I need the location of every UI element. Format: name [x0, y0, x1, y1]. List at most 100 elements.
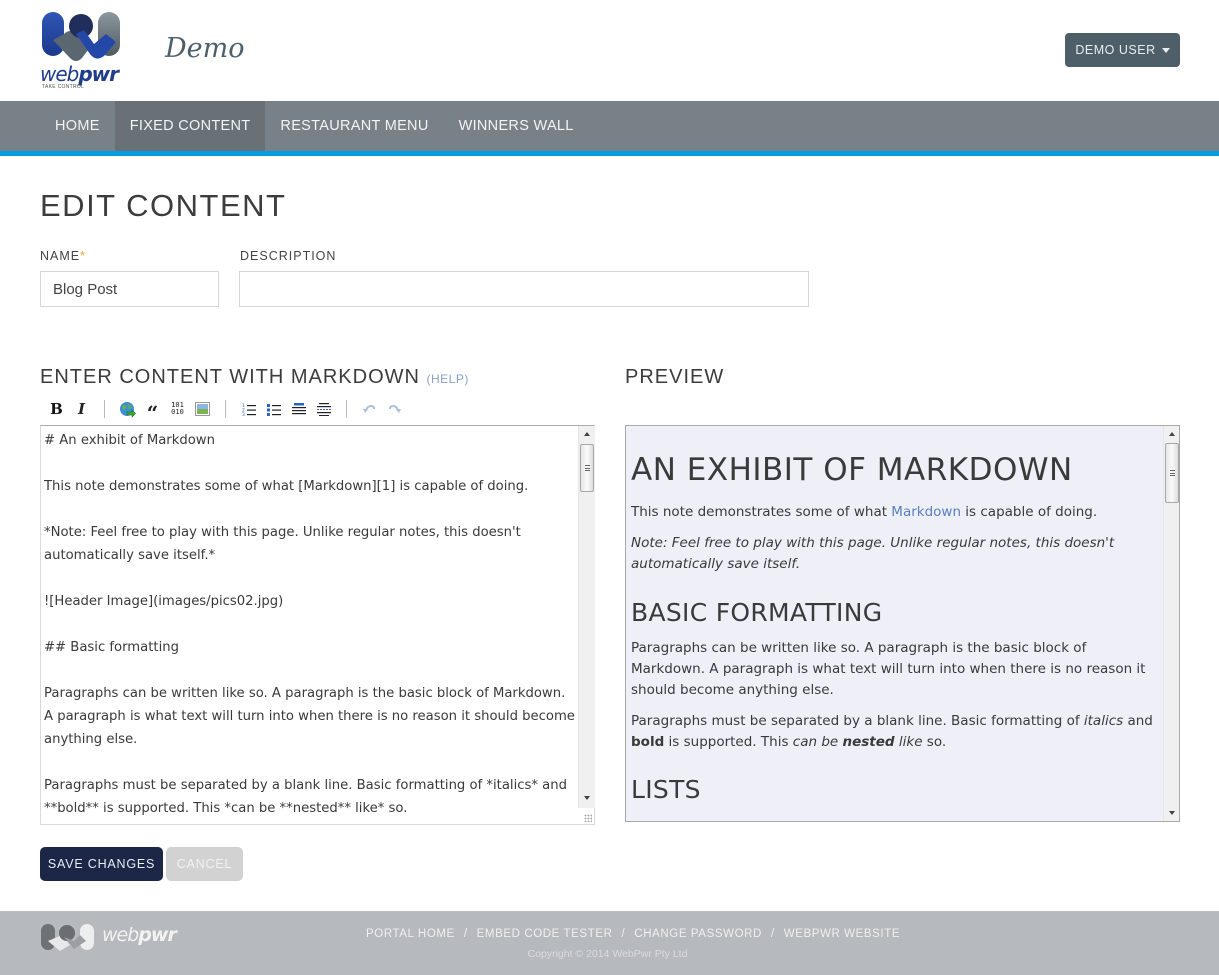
italic-button[interactable]: I — [69, 398, 94, 420]
code-button[interactable]: 101 010 — [165, 398, 190, 420]
footer-link-change-password[interactable]: CHANGE PASSWORD — [634, 928, 762, 940]
preview-bold-italic: nested — [842, 734, 895, 750]
preview-text: is supported. This — [664, 734, 793, 750]
heading-button[interactable] — [286, 398, 311, 420]
bold-button[interactable]: B — [44, 398, 69, 420]
webpwr-logo[interactable]: webpwr TAKE CONTROL — [40, 10, 124, 90]
editor-heading: ENTER CONTENT WITH MARKDOWN (HELP) — [40, 366, 469, 389]
preview-h2-basic-formatting: BASIC FORMATTING — [631, 598, 883, 627]
main-nav: HOME FIXED CONTENT RESTAURANT MENU WINNE… — [0, 101, 1219, 151]
logo-wordmark: webpwr — [40, 62, 119, 86]
undo-button[interactable] — [357, 398, 382, 420]
preview-text: This note demonstrates some of what — [631, 504, 892, 520]
preview-scrollbar[interactable] — [1163, 426, 1179, 821]
name-input[interactable] — [40, 271, 219, 307]
markdown-toolbar: B I “ 101 010 1 2 3 — [44, 398, 407, 425]
quote-button[interactable]: “ — [140, 398, 165, 425]
help-link[interactable]: (HELP) — [427, 372, 469, 386]
nav-item-home[interactable]: HOME — [40, 101, 115, 151]
quote-icon: “ — [146, 400, 159, 425]
code-icon: 101 010 — [171, 401, 184, 416]
site-footer: webpwr PORTAL HOME / EMBED CODE TESTER /… — [0, 911, 1219, 975]
preview-text: can be — [792, 734, 843, 750]
scroll-up-button[interactable] — [1164, 426, 1179, 442]
description-input[interactable] — [239, 271, 809, 307]
preview-h2-lists: LISTS — [631, 775, 701, 804]
unordered-list-icon — [266, 403, 281, 416]
preview-pane: AN EXHIBIT OF MARKDOWN This note demonst… — [625, 425, 1180, 822]
footer-separator: / — [770, 928, 775, 940]
preview-italic: can be nested like — [793, 734, 923, 750]
user-menu-label: DEMO USER — [1075, 43, 1156, 57]
globe-link-icon — [120, 401, 136, 418]
italic-icon: I — [77, 400, 86, 418]
preview-h1: AN EXHIBIT OF MARKDOWN — [631, 452, 1073, 488]
preview-text: like — [894, 734, 923, 750]
preview-text: so. — [922, 734, 947, 750]
arrow-down-icon — [584, 796, 590, 800]
toolbar-separator — [346, 400, 347, 418]
footer-link-portal-home[interactable]: PORTAL HOME — [366, 928, 455, 940]
save-changes-button[interactable]: SAVE CHANGES — [40, 847, 163, 881]
unordered-list-button[interactable] — [261, 398, 286, 420]
heading-icon — [291, 402, 306, 414]
preview-text: Paragraphs must be separated by a blank … — [631, 713, 1084, 729]
preview-scroll-thumb[interactable] — [1165, 443, 1179, 503]
site-header: webpwr TAKE CONTROL Demo DEMO USER — [0, 0, 1219, 101]
footer-links: PORTAL HOME / EMBED CODE TESTER / CHANGE… — [366, 928, 900, 940]
preview-italic: italics — [1083, 713, 1124, 729]
preview-note: Note: Feel free to play with this page. … — [631, 535, 1115, 572]
redo-icon — [389, 404, 401, 413]
markdown-textarea[interactable]: # An exhibit of Markdown This note demon… — [44, 429, 576, 821]
preview-heading: PREVIEW — [625, 366, 725, 388]
footer-separator: / — [463, 928, 468, 940]
description-label: DESCRIPTION — [240, 249, 337, 263]
scroll-down-button[interactable] — [1164, 805, 1179, 821]
nav-item-fixed-content[interactable]: FIXED CONTENT — [114, 101, 266, 151]
horizontal-rule-button[interactable] — [311, 398, 336, 420]
ordered-list-icon: 1 2 3 — [242, 403, 256, 416]
logo-tagline: TAKE CONTROL — [42, 84, 85, 90]
svg-text:3: 3 — [242, 412, 245, 416]
markdown-editor[interactable]: # An exhibit of Markdown This note demon… — [40, 425, 595, 825]
markdown-link[interactable]: Markdown — [891, 504, 961, 520]
caret-down-icon — [1161, 47, 1170, 53]
undo-icon — [363, 404, 375, 413]
redo-button[interactable] — [382, 398, 407, 420]
ordered-list-button[interactable]: 1 2 3 — [236, 398, 261, 420]
preview-paragraph: Paragraphs can be written like so. A par… — [631, 640, 1146, 698]
preview-paragraph: This note demonstrates some of what Mark… — [631, 502, 1159, 523]
arrow-down-icon — [1169, 811, 1175, 815]
arrow-up-icon — [1169, 432, 1175, 436]
cancel-button[interactable]: CANCEL — [166, 847, 243, 881]
footer-link-webpwr-website[interactable]: WEBPWR WEBSITE — [784, 928, 900, 940]
toolbar-separator — [104, 400, 105, 418]
nav-accent-bar — [0, 151, 1219, 156]
name-label: NAME* — [40, 249, 86, 263]
toolbar-separator — [225, 400, 226, 418]
grip-icon — [584, 465, 590, 471]
preview-text: is capable of doing. — [961, 504, 1098, 520]
footer-link-embed-code-tester[interactable]: EMBED CODE TESTER — [477, 928, 613, 940]
nav-item-restaurant-menu[interactable]: RESTAURANT MENU — [265, 101, 443, 151]
name-label-text: NAME — [40, 249, 81, 263]
user-menu-button[interactable]: DEMO USER — [1065, 33, 1180, 67]
editor-scroll-thumb[interactable] — [580, 444, 594, 492]
footer-separator: / — [621, 928, 626, 940]
preview-paragraph: Paragraphs must be separated by a blank … — [631, 711, 1159, 753]
site-title: Demo — [165, 33, 245, 64]
page-title: EDIT CONTENT — [40, 188, 287, 223]
resize-handle[interactable] — [584, 814, 592, 822]
scroll-up-button[interactable] — [579, 426, 595, 442]
preview-text: and — [1123, 713, 1153, 729]
webpwr-logo-mark-icon — [42, 12, 120, 61]
horizontal-rule-icon — [316, 402, 331, 416]
editor-heading-text: ENTER CONTENT WITH MARKDOWN — [40, 366, 420, 388]
nav-item-winners-wall[interactable]: WINNERS WALL — [444, 101, 589, 151]
scroll-down-button[interactable] — [579, 790, 595, 806]
link-button[interactable] — [115, 398, 140, 420]
image-button[interactable] — [190, 398, 215, 420]
editor-scrollbar[interactable] — [578, 426, 595, 808]
image-icon — [195, 402, 210, 416]
required-asterisk: * — [80, 249, 86, 263]
